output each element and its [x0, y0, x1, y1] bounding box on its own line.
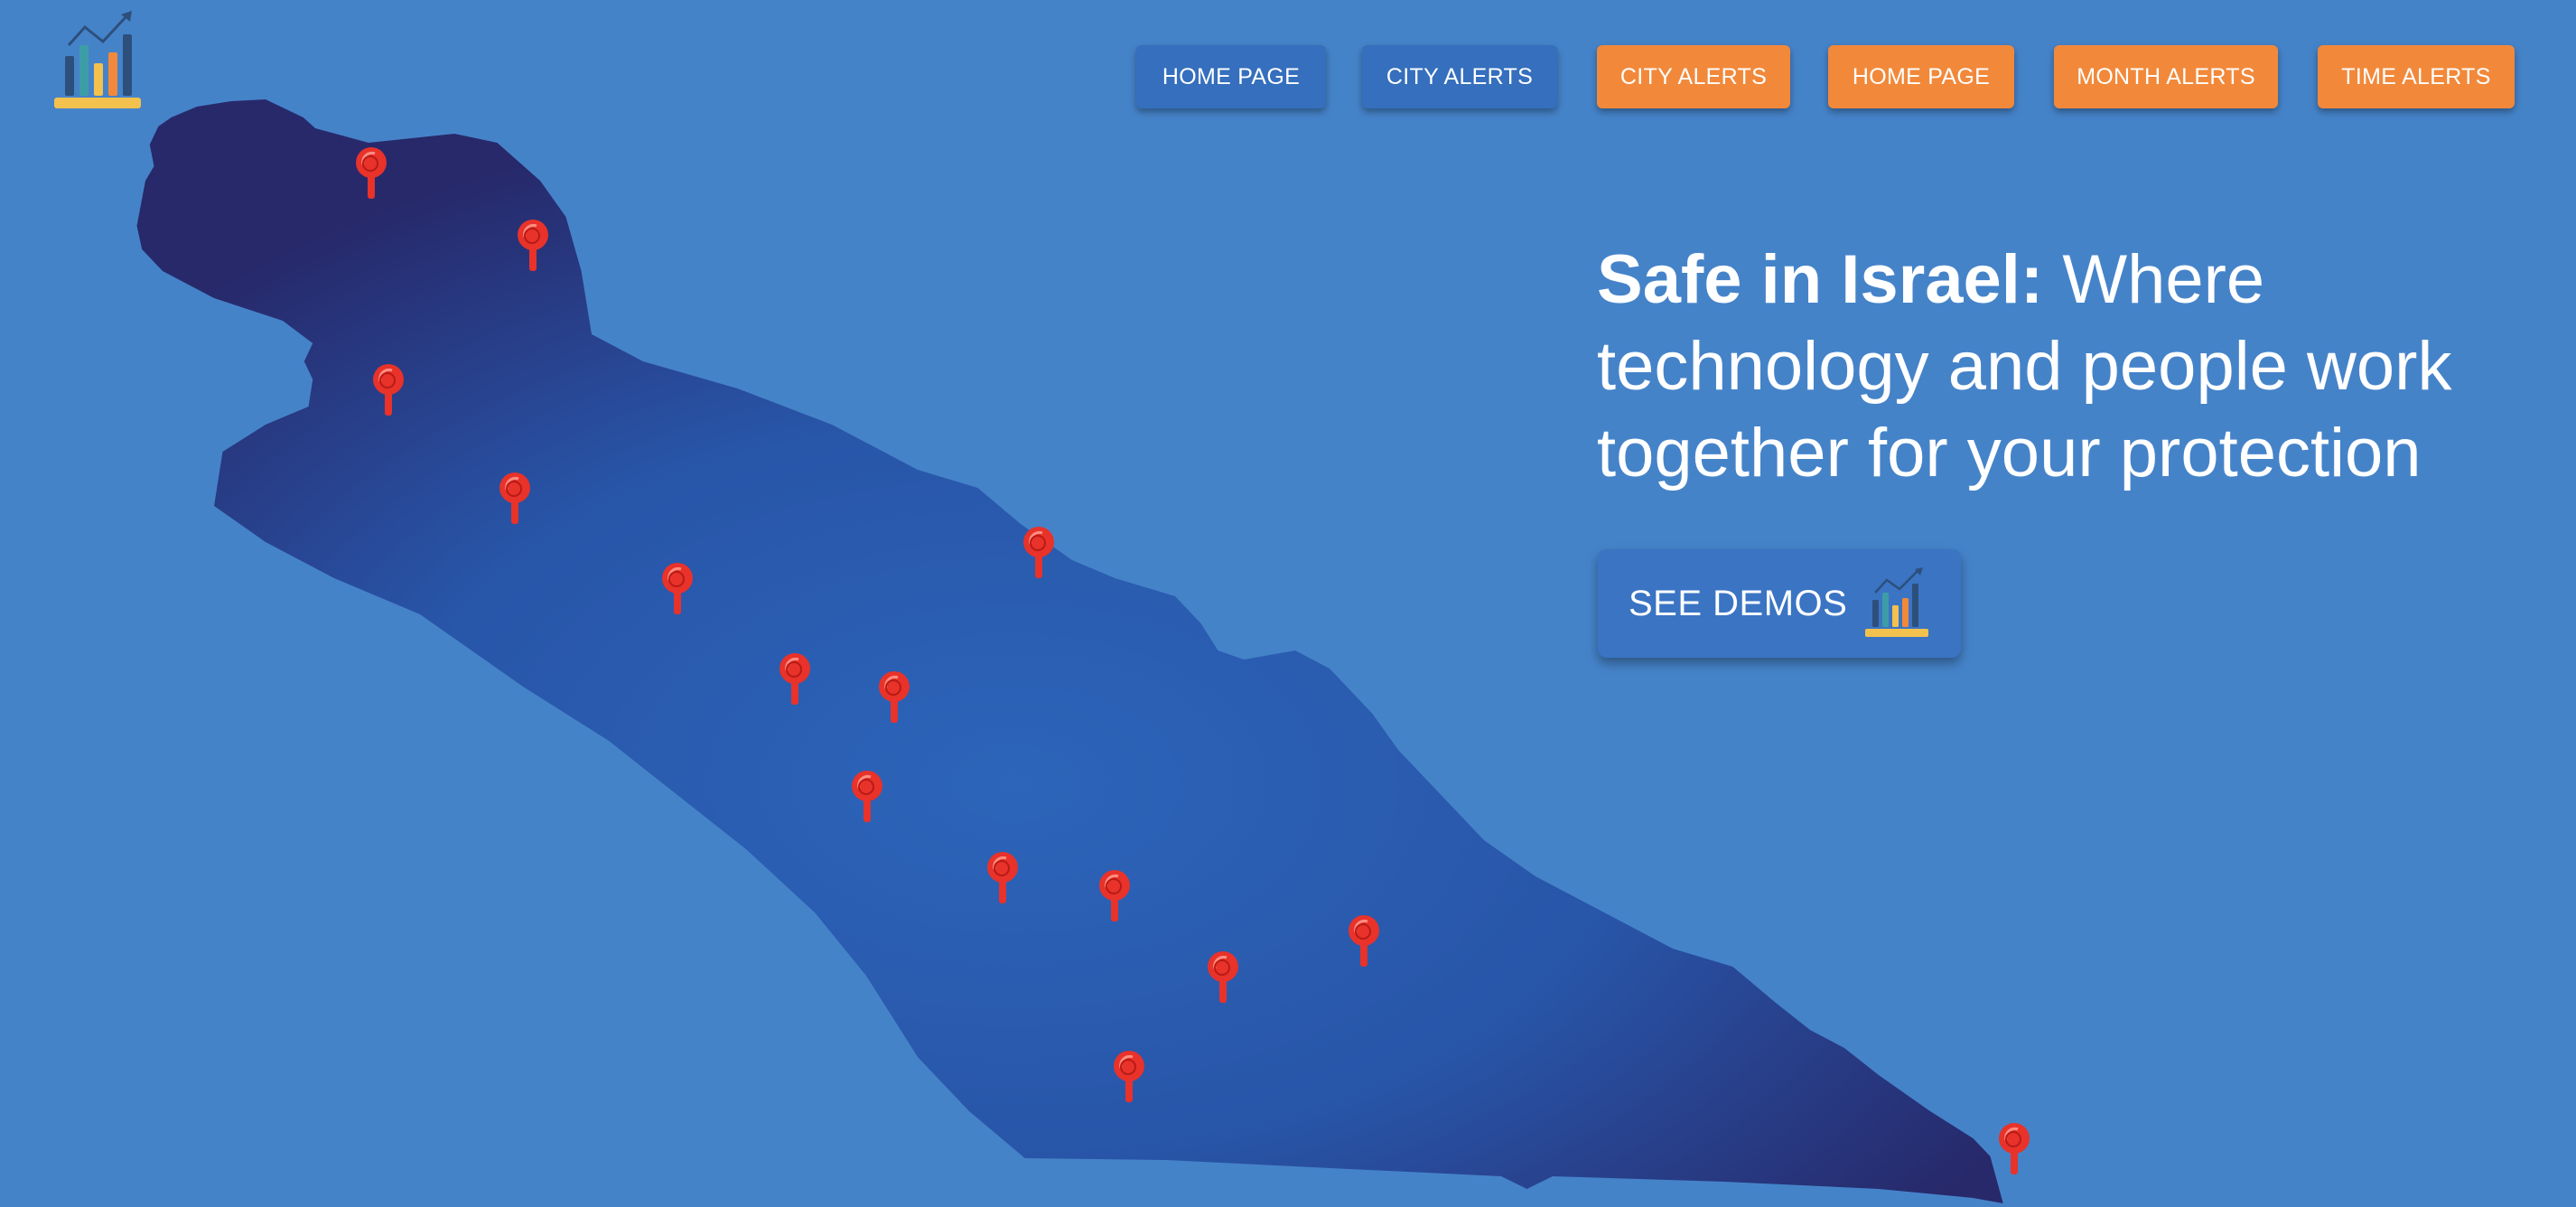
- nav-month-alerts-button[interactable]: MONTH ALERTS: [2054, 45, 2278, 108]
- page: HOME PAGE CITY ALERTS CITY ALERTS HOME P…: [0, 0, 2576, 1207]
- nav-city-alerts-orange-button[interactable]: CITY ALERTS: [1597, 45, 1790, 108]
- map-pin-icon[interactable]: [1997, 1121, 2031, 1176]
- alerts-map: [136, 99, 2031, 1203]
- hero-title-bold: Safe in Israel:: [1597, 241, 2044, 318]
- see-demos-button[interactable]: SEE DEMOS: [1598, 549, 1961, 658]
- nav-home-page-orange-button[interactable]: HOME PAGE: [1828, 45, 2014, 108]
- nav-home-page-button[interactable]: HOME PAGE: [1136, 45, 1326, 108]
- nav-city-alerts-button[interactable]: CITY ALERTS: [1362, 45, 1557, 108]
- bar-chart-icon: [1865, 567, 1928, 637]
- bar-chart-trend-icon[interactable]: [51, 7, 148, 114]
- hero-headline: Safe in Israel: Where technology and peo…: [1597, 237, 2536, 497]
- nav-time-alerts-button[interactable]: TIME ALERTS: [2318, 45, 2515, 108]
- see-demos-label: SEE DEMOS: [1629, 584, 1848, 623]
